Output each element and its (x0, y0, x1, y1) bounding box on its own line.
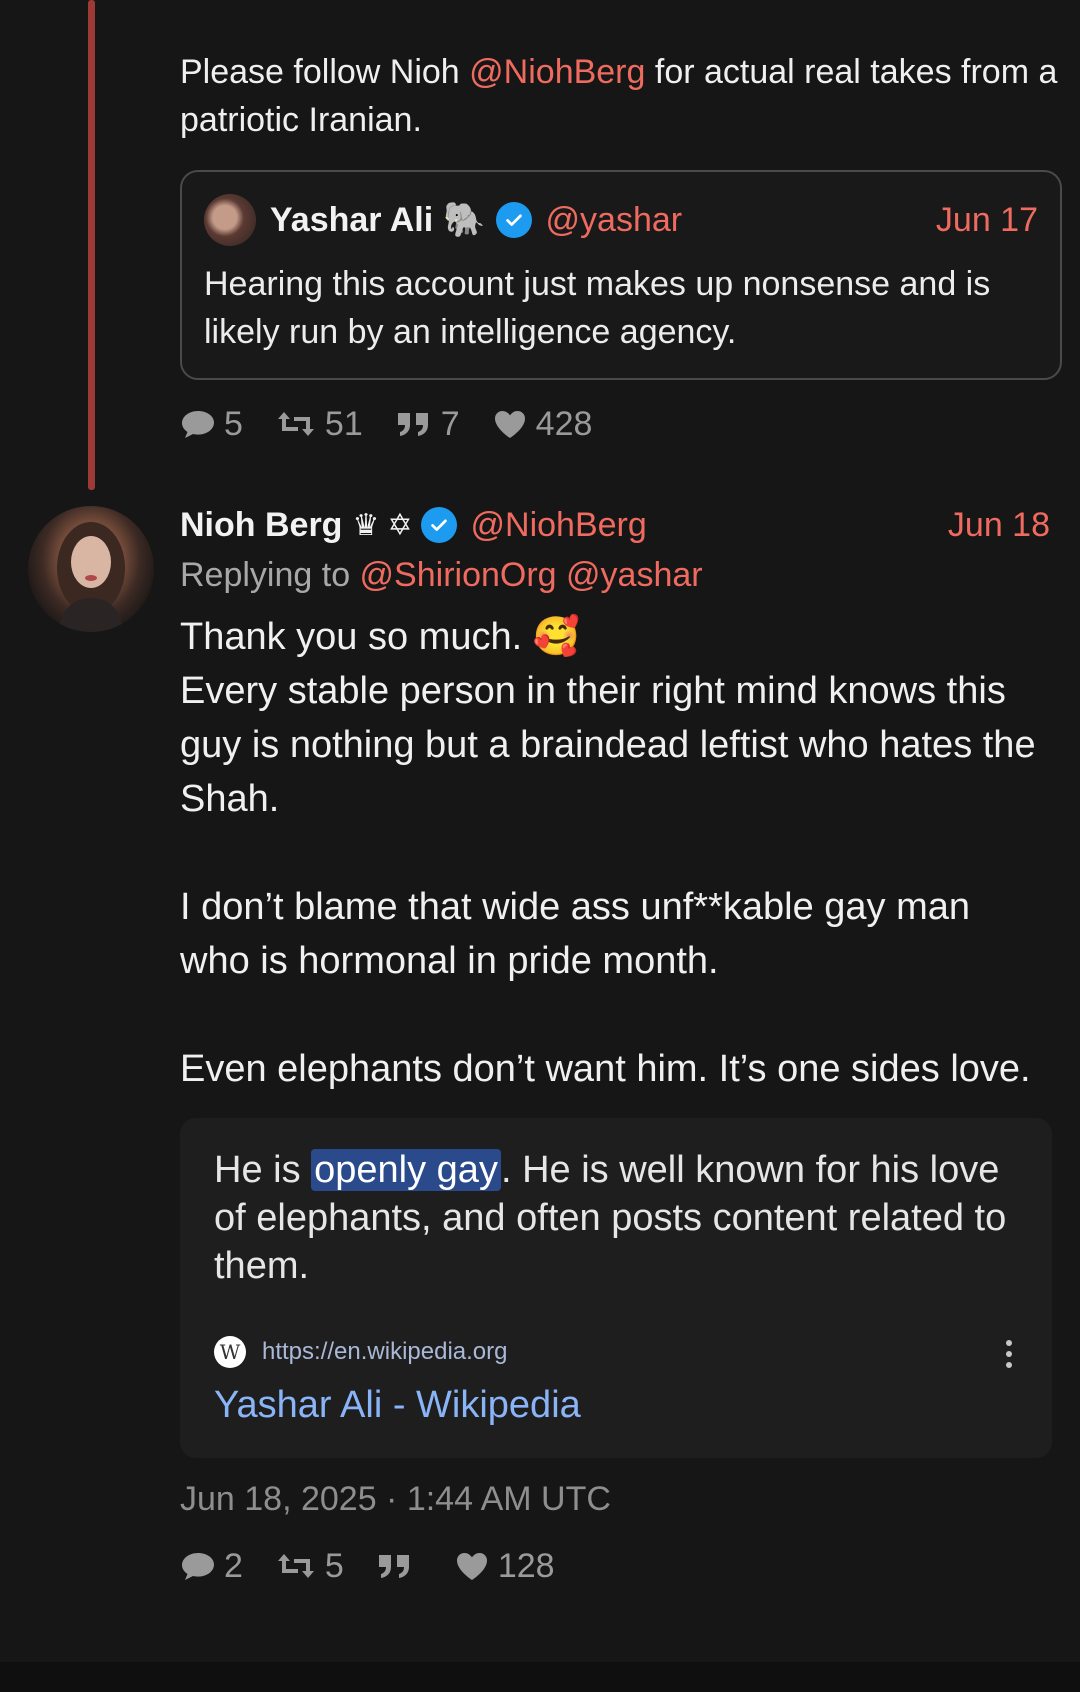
wikipedia-icon: W (214, 1336, 246, 1368)
comment-icon (182, 411, 214, 438)
quoted-tweet-header: Yashar Ali 🐘 @yashar Jun 17 (204, 192, 1038, 248)
quote-stat[interactable] (376, 1550, 422, 1582)
source-title: Yashar Ali - Wikipedia (214, 1384, 581, 1426)
author-name[interactable]: Nioh Berg (180, 506, 342, 545)
quoted-author-name[interactable]: Yashar Ali (270, 201, 433, 240)
replying-to: Replying to @ShirionOrg @yashar (180, 556, 1050, 602)
elephant-emoji: 🐘 (443, 201, 486, 239)
tweet-thread-page: Please follow Nioh @NiohBerg for actual … (0, 0, 1080, 1692)
tweet-2-body: Thank you so much. 🥰 Every stable person… (180, 610, 1050, 1096)
tweet-timestamp[interactable]: Jun 18, 2025 · 1:44 AM UTC (180, 1480, 1050, 1530)
quoted-author-handle[interactable]: @yashar (546, 201, 936, 240)
heart-icon (494, 411, 525, 438)
tweet-1-text-before: Please follow Nioh (180, 53, 470, 91)
quoted-avatar[interactable] (204, 194, 256, 246)
reply-stat[interactable]: 5 (180, 405, 243, 444)
body-paragraph-1: Every stable person in their right mind … (180, 670, 1036, 820)
heart-icon (456, 1553, 487, 1580)
verified-icon (495, 202, 532, 238)
tweet-1[interactable]: Please follow Nioh @NiohBerg for actual … (180, 48, 1062, 446)
author-handle[interactable]: @NiohBerg (471, 506, 948, 545)
like-count: 128 (497, 1546, 555, 1585)
quoted-tweet-card[interactable]: Yashar Ali 🐘 @yashar Jun 17 Hearing this… (180, 170, 1062, 380)
tweet-2-stats: 2 5 128 (180, 1544, 1050, 1588)
tweet-1-stats: 5 51 7 428 (180, 402, 1060, 446)
bottom-divider (0, 1662, 1080, 1692)
retweet-stat[interactable]: 51 (275, 405, 363, 444)
retweet-icon (277, 412, 314, 436)
comment-icon (182, 1553, 214, 1580)
avatar-portrait (57, 522, 125, 632)
retweet-icon (277, 1554, 314, 1578)
quoted-tweet-date[interactable]: Jun 17 (936, 201, 1038, 240)
retweet-count: 51 (324, 404, 363, 443)
embed-source-row: W https://en.wikipedia.org (214, 1336, 507, 1368)
embed-snippet-text: He is openly gay. He is well known for h… (214, 1146, 1014, 1290)
reply-count: 5 (224, 404, 243, 443)
mention-link-niohberg[interactable]: @NiohBerg (469, 53, 645, 91)
thread-connector-line (88, 0, 95, 490)
more-vert-icon (1006, 1340, 1014, 1373)
body-paragraph-2: I don’t blame that wide ass unf**kable g… (180, 886, 971, 982)
mention-link-yashar[interactable]: @yashar (566, 556, 703, 594)
reply-stat[interactable]: 2 (180, 1547, 243, 1586)
mention-link-shirionorg[interactable]: @ShirionOrg (360, 556, 557, 594)
avatar[interactable] (28, 506, 154, 632)
quote-count: 7 (440, 404, 460, 443)
embedded-screenshot[interactable]: He is openly gay. He is well known for h… (180, 1118, 1052, 1458)
body-paragraph-3: Even elephants don’t want him. It’s one … (180, 1048, 1031, 1090)
reply-count: 2 (224, 1546, 243, 1585)
star-of-david-icon: ✡ (387, 508, 413, 542)
body-line-1: Thank you so much. 🥰 (180, 616, 581, 658)
verified-icon (420, 507, 457, 543)
quote-stat[interactable]: 7 (395, 405, 460, 444)
tweet-2-content: Nioh Berg ♛ ✡ @NiohBerg Jun 18 Replying … (180, 500, 1052, 1588)
tweet-date[interactable]: Jun 18 (948, 506, 1050, 545)
quoted-tweet-text: Hearing this account just makes up nonse… (204, 265, 991, 351)
tweet-2-header: Nioh Berg ♛ ✡ @NiohBerg Jun 18 (180, 500, 1050, 550)
retweet-count: 5 (324, 1546, 344, 1585)
like-stat[interactable]: 128 (454, 1547, 555, 1586)
snippet-highlight: openly gay (311, 1149, 501, 1191)
like-stat[interactable]: 428 (492, 404, 593, 444)
quote-icon (378, 1555, 409, 1578)
tweet-1-text: Please follow Nioh @NiohBerg for actual … (180, 48, 1060, 144)
retweet-stat[interactable]: 5 (275, 1547, 344, 1586)
crown-icon: ♛ (352, 508, 380, 542)
quote-icon (397, 413, 428, 436)
like-count: 428 (535, 404, 593, 443)
source-url: https://en.wikipedia.org (262, 1338, 508, 1365)
replying-to-label: Replying to (180, 556, 360, 594)
snippet-text-before: He is (214, 1149, 312, 1191)
